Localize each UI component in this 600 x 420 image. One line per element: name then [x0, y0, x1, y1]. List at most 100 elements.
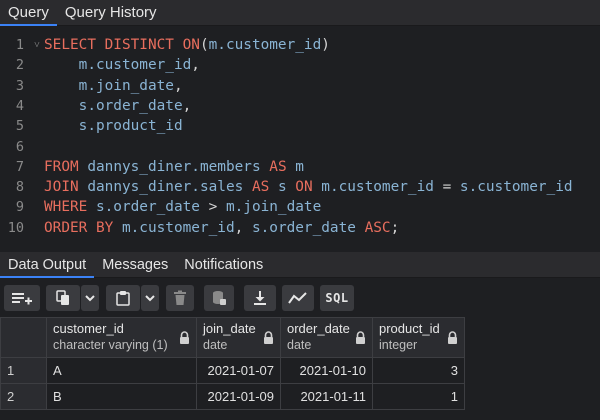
sql-identifier: dannys_diner.sales [87, 179, 252, 196]
add-row-icon [12, 293, 32, 305]
sql-identifier: s.order_date [78, 97, 183, 114]
tab-query[interactable]: Query [0, 0, 57, 26]
row-number[interactable]: 1 [0, 357, 47, 384]
editor-line[interactable]: 1 ˅ SELECT DISTINCT ON(m.customer_id) [0, 35, 600, 55]
sql-punctuation: , [191, 57, 200, 74]
delete-icon [174, 290, 186, 305]
query-tab-bar: Query Query History [0, 0, 600, 26]
editor-line[interactable]: 7 FROM dannys_diner.members AS m [0, 157, 600, 177]
row-number[interactable]: 2 [0, 383, 47, 410]
sql-identifier: m.join_date [78, 77, 174, 94]
paste-icon [116, 291, 130, 306]
sql-keyword: ON [295, 179, 322, 196]
cell-join-date[interactable]: 2021-01-09 [196, 383, 281, 410]
row-number-header [0, 317, 47, 358]
fold-chevron-icon[interactable]: ˅ [30, 40, 44, 51]
code-text: JOIN dannys_diner.sales AS s ON m.custom… [44, 179, 573, 195]
output-tab-bar: Data Output Messages Notifications [0, 252, 600, 278]
chevron-down-icon [85, 295, 95, 302]
sql-punctuation: = [442, 179, 460, 196]
paste-options-button[interactable] [141, 285, 159, 311]
editor-line[interactable]: 9 WHERE s.order_date > m.join_date [0, 197, 600, 217]
tab-notifications[interactable]: Notifications [176, 252, 271, 278]
code-text: SELECT DISTINCT ON(m.customer_id) [44, 37, 330, 53]
tab-query-history[interactable]: Query History [57, 0, 165, 26]
sql-keyword: ORDER BY [44, 219, 122, 236]
copy-options-button[interactable] [81, 285, 99, 311]
editor-line[interactable]: 10 ORDER BY m.customer_id, s.order_date A… [0, 218, 600, 238]
sql-keyword: ASC [364, 219, 391, 236]
editor-line[interactable]: 3 m.join_date, [0, 76, 600, 96]
paste-button[interactable] [106, 285, 140, 311]
sql-identifier: s.customer_id [459, 179, 573, 196]
cell-order-date[interactable]: 2021-01-11 [280, 383, 373, 410]
sql-keyword: AS [269, 158, 296, 175]
graph-icon [288, 292, 307, 304]
code-text: m.customer_id, [44, 57, 200, 73]
table-row[interactable]: 1 A 2021-01-07 2021-01-10 3 [0, 357, 465, 384]
sql-punctuation: , [173, 77, 183, 94]
cell-order-date[interactable]: 2021-01-10 [280, 357, 373, 384]
cell-customer-id[interactable]: A [46, 357, 197, 384]
sql-identifier: s.order_date [95, 199, 209, 216]
sql-identifier: m.customer_id [208, 37, 322, 53]
line-number: 10 [7, 219, 24, 236]
save-data-button[interactable] [204, 285, 234, 311]
column-header-join-date[interactable]: join_date date [196, 317, 281, 358]
cell-customer-id[interactable]: B [46, 383, 197, 410]
column-header-product-id[interactable]: product_id integer [372, 317, 465, 358]
sql-keyword: JOIN [44, 179, 88, 196]
editor-line[interactable]: 8 JOIN dannys_diner.sales AS s ON m.custo… [0, 177, 600, 197]
add-row-button[interactable] [4, 285, 40, 311]
sql-editor[interactable]: 1 ˅ SELECT DISTINCT ON(m.customer_id) 2 m.c… [0, 26, 600, 246]
sql-identifier: s [277, 179, 296, 196]
delete-button[interactable] [166, 285, 194, 311]
line-number: 5 [15, 118, 24, 135]
tab-data-output[interactable]: Data Output [0, 252, 95, 278]
line-number: 6 [15, 138, 24, 155]
sql-keyword: AS [251, 179, 278, 196]
sql-punctuation [44, 57, 79, 73]
editor-line[interactable]: 4 s.order_date, [0, 96, 600, 116]
sql-identifier: dannys_diner.members [87, 158, 270, 175]
lock-icon [356, 331, 365, 344]
graph-visualiser-button[interactable] [282, 285, 314, 311]
sql-identifier: m.join_date [225, 199, 322, 216]
code-text: s.order_date, [44, 97, 192, 114]
copy-button[interactable] [46, 285, 80, 311]
data-output-toolbar: SQL [0, 279, 600, 317]
sql-keyword: WHERE [44, 199, 96, 216]
column-header-customer-id[interactable]: customer_id character varying (1) [46, 317, 197, 358]
code-text: WHERE s.order_date > m.join_date [44, 199, 321, 215]
editor-line[interactable]: 2 m.customer_id, [0, 55, 600, 75]
sql-punctuation [44, 98, 79, 114]
line-number: 8 [15, 179, 24, 196]
sql-keyword: FROM [44, 158, 88, 175]
editor-line[interactable]: 6 [0, 137, 600, 157]
cell-product-id[interactable]: 1 [372, 383, 465, 410]
sql-button[interactable]: SQL [320, 285, 354, 311]
download-icon [254, 291, 266, 305]
sql-identifier: m.customer_id [121, 219, 235, 236]
sql-identifier: m [295, 158, 304, 175]
sql-punctuation [44, 78, 79, 94]
lock-icon [448, 331, 457, 344]
result-grid: customer_id character varying (1) join_d… [0, 317, 600, 420]
sql-identifier: m.customer_id [321, 179, 443, 196]
editor-line[interactable]: 5 s.product_id [0, 116, 600, 136]
code-text: ORDER BY m.customer_id, s.order_date ASC… [44, 220, 399, 236]
result-table: customer_id character varying (1) join_d… [0, 317, 465, 410]
tab-messages[interactable]: Messages [94, 252, 176, 278]
column-type: character varying (1) [53, 338, 168, 352]
lock-icon [264, 331, 273, 344]
sql-punctuation: ) [321, 37, 330, 53]
sql-punctuation: > [208, 199, 226, 216]
cell-product-id[interactable]: 3 [372, 357, 465, 384]
table-row[interactable]: 2 B 2021-01-09 2021-01-11 1 [0, 383, 465, 410]
download-button[interactable] [244, 285, 276, 311]
column-header-order-date[interactable]: order_date date [280, 317, 373, 358]
code-text: FROM dannys_diner.members AS m [44, 159, 304, 175]
sql-punctuation [44, 118, 79, 134]
sql-identifier: s.order_date [251, 219, 365, 236]
cell-join-date[interactable]: 2021-01-07 [196, 357, 281, 384]
